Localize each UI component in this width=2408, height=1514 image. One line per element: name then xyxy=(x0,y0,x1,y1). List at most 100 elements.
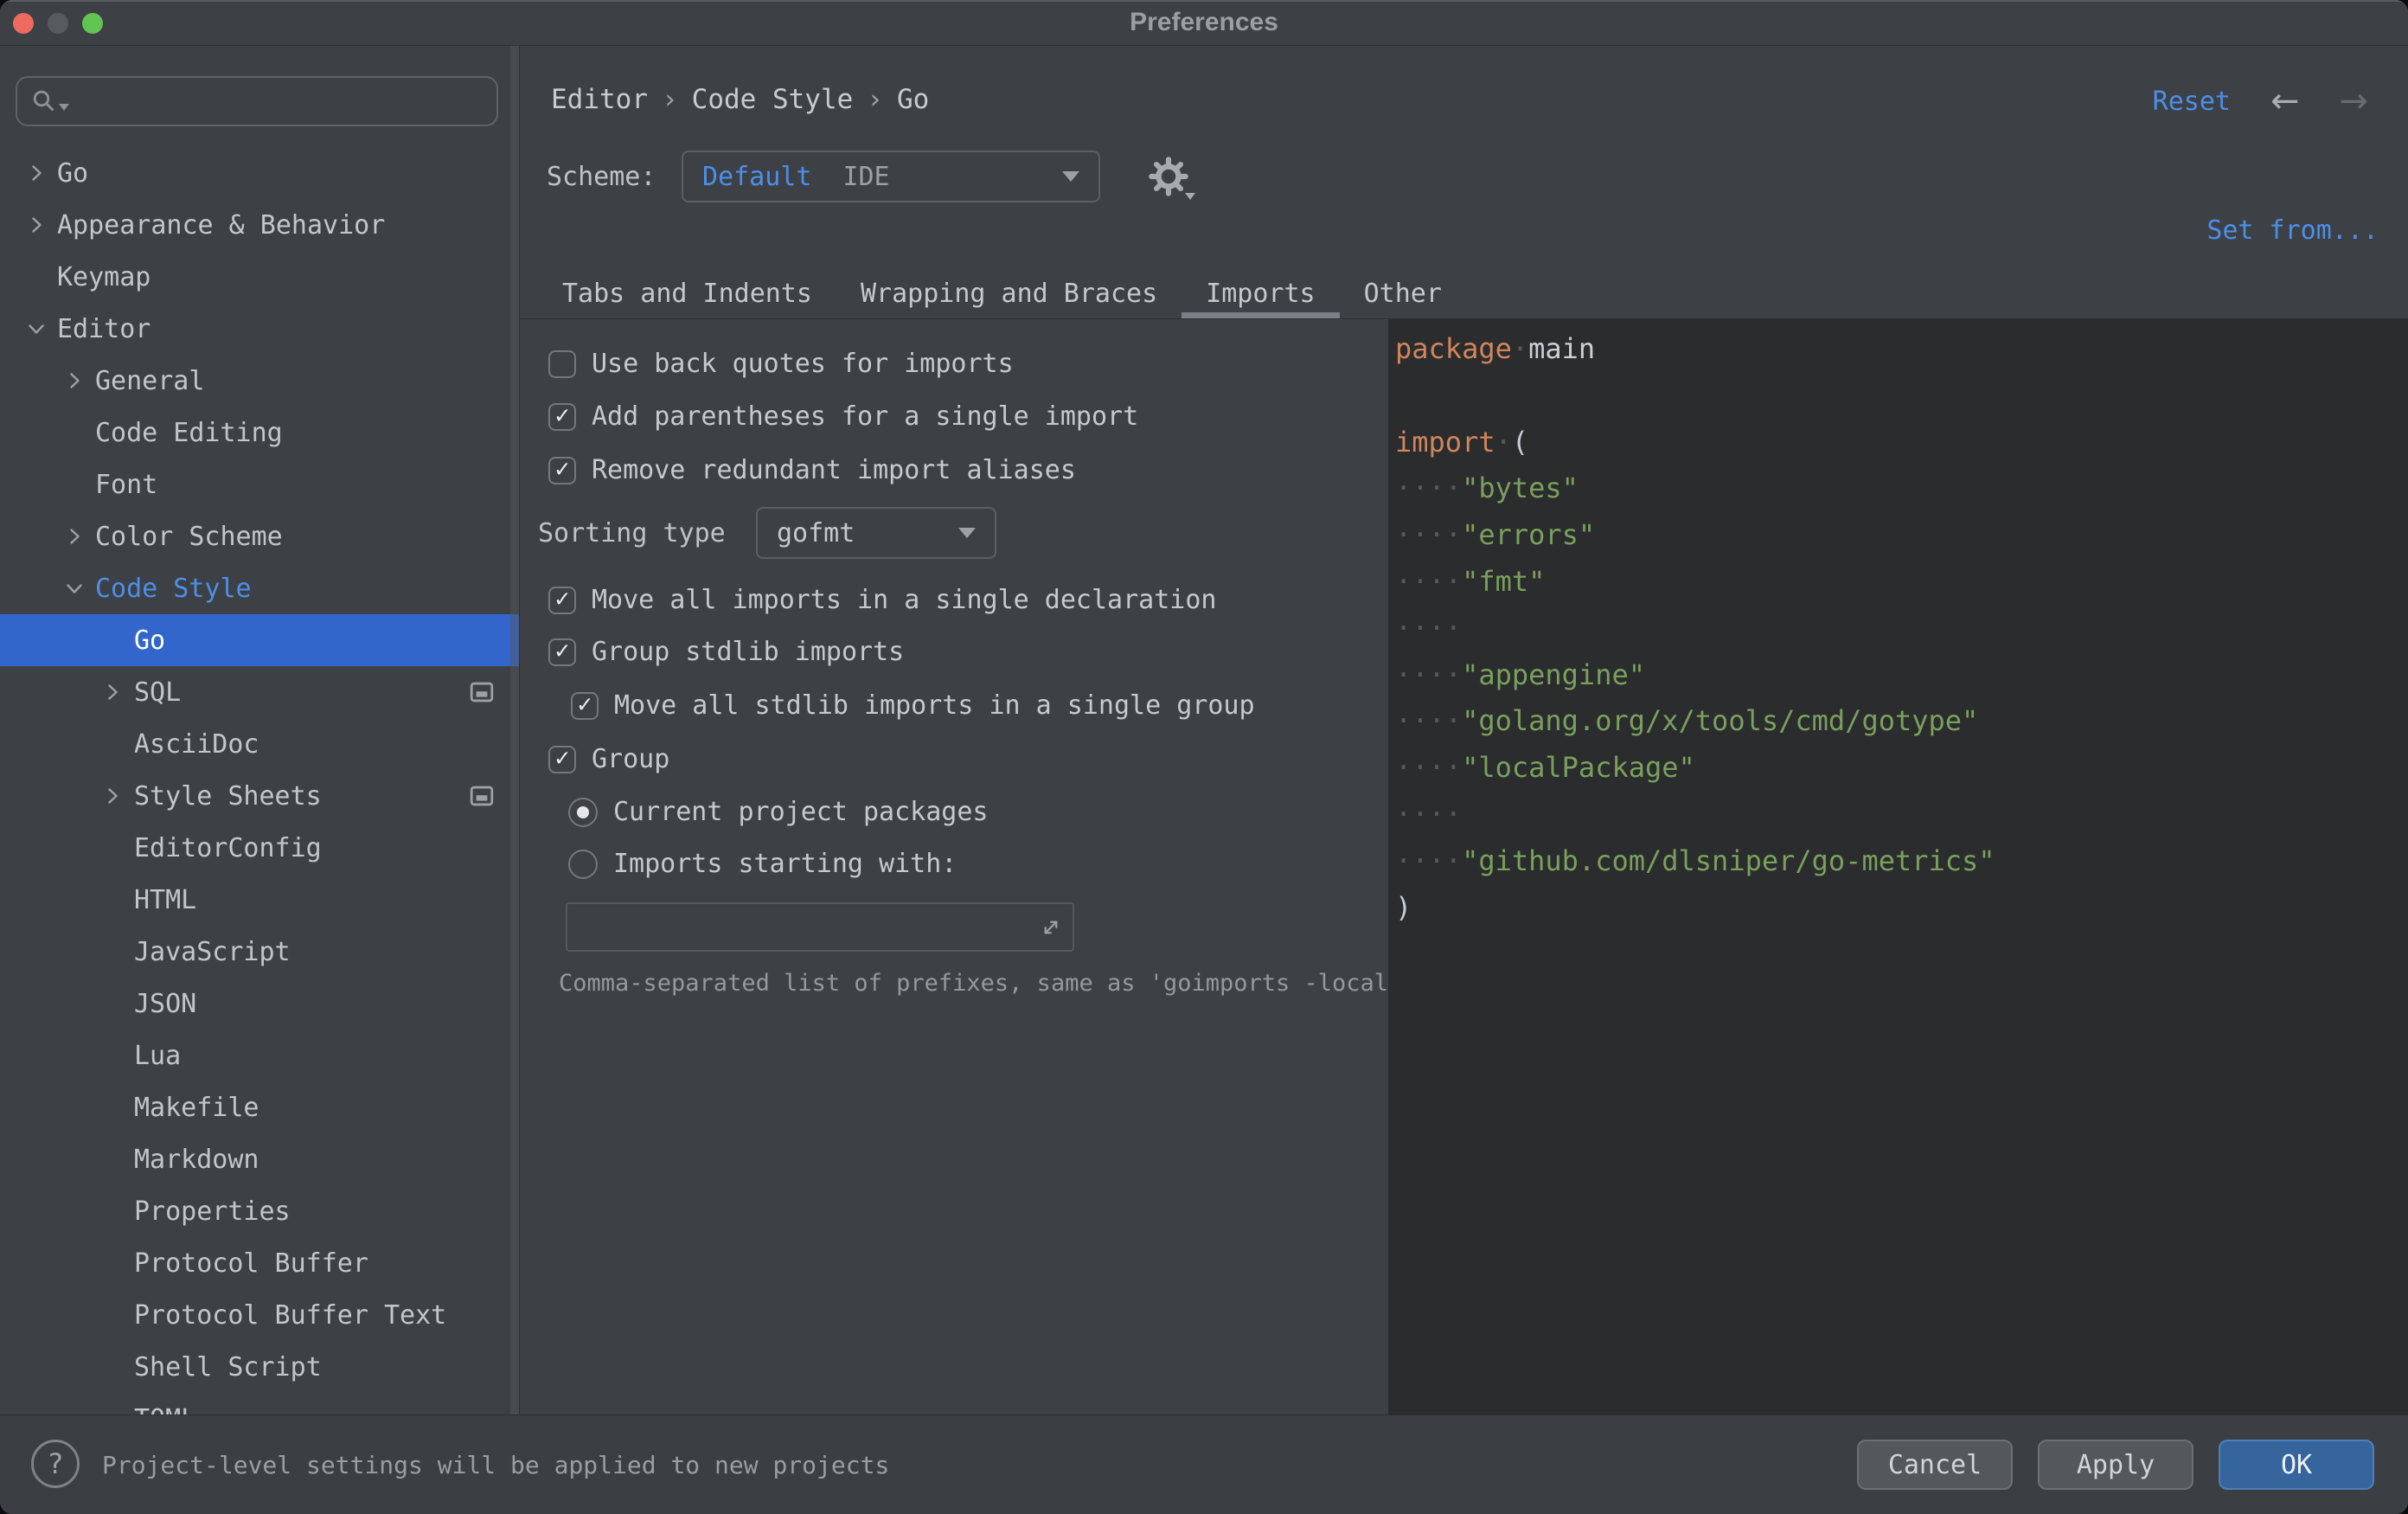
expand-field-icon[interactable] xyxy=(1038,914,1064,940)
help-button[interactable]: ? xyxy=(31,1440,80,1488)
chevron-right-icon[interactable] xyxy=(102,682,123,702)
sidebar-item-sql[interactable]: SQL xyxy=(0,666,519,718)
radio-current-project-packages[interactable]: Current project packages xyxy=(568,797,988,827)
sidebar-item-label: Font xyxy=(95,470,157,500)
breadcrumb-item-go[interactable]: Go xyxy=(897,84,929,115)
sidebar-item-keymap[interactable]: Keymap xyxy=(0,251,519,303)
sidebar-item-protocol-buffer-text[interactable]: Protocol Buffer Text xyxy=(0,1289,519,1341)
chevron-right-icon[interactable] xyxy=(26,215,47,235)
code-line: ····"errors" xyxy=(1395,512,2408,559)
sidebar-item-lua[interactable]: Lua xyxy=(0,1030,519,1081)
sidebar-item-appearance-behavior[interactable]: Appearance & Behavior xyxy=(0,199,519,251)
code-line: ····"appengine" xyxy=(1395,652,2408,699)
checkbox-box[interactable]: ✓ xyxy=(571,692,599,720)
sidebar-item-json[interactable]: JSON xyxy=(0,978,519,1030)
scheme-dropdown[interactable]: Default IDE xyxy=(682,151,1100,202)
sorting-type-dropdown[interactable]: gofmt xyxy=(756,507,996,559)
tab-other[interactable]: Other xyxy=(1340,268,1466,318)
code-token: ) xyxy=(1395,891,1412,924)
sidebar-item-javascript[interactable]: JavaScript xyxy=(0,926,519,978)
forward-arrow-icon[interactable]: → xyxy=(2339,84,2368,119)
sidebar-scrollbar[interactable] xyxy=(510,46,519,1415)
ok-button[interactable]: OK xyxy=(2219,1440,2374,1490)
tab-wrapping-and-braces[interactable]: Wrapping and Braces xyxy=(836,268,1182,318)
check-icon: ✓ xyxy=(555,746,570,770)
per-project-settings-icon xyxy=(469,783,495,809)
search-options-caret-icon[interactable] xyxy=(59,104,69,111)
tab-tabs-and-indents[interactable]: Tabs and Indents xyxy=(538,268,836,318)
chevron-down-icon xyxy=(958,528,976,538)
sidebar-item-label: HTML xyxy=(134,885,196,915)
radio-circle[interactable] xyxy=(568,798,598,827)
radio-imports-starting-with[interactable]: Imports starting with: xyxy=(568,849,957,879)
breadcrumb-item-code-style[interactable]: Code Style xyxy=(692,84,854,115)
sidebar-item-go[interactable]: Go xyxy=(0,147,519,199)
preferences-window: Preferences GoAppearance & BehaviorKeyma… xyxy=(0,0,2408,1514)
cancel-button[interactable]: Cancel xyxy=(1857,1440,2013,1490)
chevron-down-icon[interactable] xyxy=(26,318,47,339)
checkbox-box[interactable]: ✓ xyxy=(548,746,576,773)
main-panel: Editor›Code Style›Go Reset ← → Scheme: D… xyxy=(520,46,2408,1415)
breadcrumb-separator: › xyxy=(662,84,678,115)
checkbox-use-back-quotes-for-imports[interactable]: Use back quotes for imports xyxy=(548,349,1014,379)
code-token: ···· xyxy=(1395,658,1462,691)
sidebar-item-font[interactable]: Font xyxy=(0,459,519,510)
sidebar-item-label: General xyxy=(95,366,204,396)
sidebar-item-makefile[interactable]: Makefile xyxy=(0,1081,519,1133)
sidebar-item-code-editing[interactable]: Code Editing xyxy=(0,407,519,459)
apply-button[interactable]: Apply xyxy=(2038,1440,2193,1490)
checkbox-box[interactable] xyxy=(548,350,576,378)
sidebar-item-shell-script[interactable]: Shell Script xyxy=(0,1341,519,1393)
checkbox-group-stdlib-imports[interactable]: ✓Group stdlib imports xyxy=(548,637,904,667)
sidebar-item-label: TOML xyxy=(134,1404,196,1416)
code-token: "bytes" xyxy=(1462,472,1579,504)
settings-search-box[interactable] xyxy=(16,76,498,126)
checkbox-add-parentheses-for-a-single-import[interactable]: ✓ Add parentheses for a single import xyxy=(548,401,1138,432)
search-input[interactable] xyxy=(78,87,496,117)
set-from-link[interactable]: Set from... xyxy=(2206,215,2379,246)
breadcrumb-item-editor[interactable]: Editor xyxy=(551,84,648,115)
checkbox-label: Remove redundant import aliases xyxy=(592,455,1076,485)
chevron-right-icon[interactable] xyxy=(64,526,85,547)
chevron-right-icon[interactable] xyxy=(26,163,47,183)
sorting-type-value: gofmt xyxy=(777,518,855,549)
back-arrow-icon[interactable]: ← xyxy=(2270,84,2300,119)
chevron-right-icon[interactable] xyxy=(64,370,85,391)
sidebar-item-go[interactable]: Go xyxy=(0,614,519,666)
checkbox-box[interactable]: ✓ xyxy=(548,457,576,484)
radio-circle[interactable] xyxy=(568,850,598,879)
sidebar-item-toml[interactable]: TOML xyxy=(0,1393,519,1415)
gear-icon[interactable] xyxy=(1149,157,1194,198)
checkbox-box[interactable]: ✓ xyxy=(548,638,576,666)
sidebar-item-html[interactable]: HTML xyxy=(0,874,519,926)
tab-imports[interactable]: Imports xyxy=(1182,268,1339,318)
sidebar-item-label: Code Editing xyxy=(95,418,283,448)
chevron-right-icon[interactable] xyxy=(102,786,123,806)
code-token: · xyxy=(1512,332,1528,365)
sidebar-item-protocol-buffer[interactable]: Protocol Buffer xyxy=(0,1237,519,1289)
sidebar-item-editorconfig[interactable]: EditorConfig xyxy=(0,822,519,874)
prefix-input[interactable] xyxy=(567,904,1038,950)
tab-label: Tabs and Indents xyxy=(562,279,812,309)
checkbox-box[interactable]: ✓ xyxy=(548,403,576,431)
checkbox-label: Add parentheses for a single import xyxy=(592,401,1138,432)
sidebar-item-asciidoc[interactable]: AsciiDoc xyxy=(0,718,519,770)
sidebar-item-style-sheets[interactable]: Style Sheets xyxy=(0,770,519,822)
checkbox-move-all-imports-in-a-single-declaration[interactable]: ✓Move all imports in a single declaratio… xyxy=(548,585,1216,615)
checkbox-group[interactable]: ✓Group xyxy=(548,744,669,774)
checkbox-move-all-stdlib-imports-in-a-single-group[interactable]: ✓Move all stdlib imports in a single gro… xyxy=(571,690,1255,721)
sidebar-item-label: Appearance & Behavior xyxy=(57,210,385,241)
sidebar-item-color-scheme[interactable]: Color Scheme xyxy=(0,510,519,562)
sidebar-item-editor[interactable]: Editor xyxy=(0,303,519,355)
sidebar-item-general[interactable]: General xyxy=(0,355,519,407)
checkbox-remove-redundant-import-aliases[interactable]: ✓ Remove redundant import aliases xyxy=(548,455,1076,485)
chevron-down-icon[interactable] xyxy=(64,578,85,599)
code-token: · xyxy=(1495,426,1512,459)
code-token: ···· xyxy=(1395,612,1462,645)
dialog-buttons: Cancel Apply OK xyxy=(1857,1440,2374,1490)
reset-link[interactable]: Reset xyxy=(2153,87,2231,117)
sidebar-item-markdown[interactable]: Markdown xyxy=(0,1133,519,1185)
checkbox-box[interactable]: ✓ xyxy=(548,587,576,614)
sidebar-item-properties[interactable]: Properties xyxy=(0,1185,519,1237)
sidebar-item-code-style[interactable]: Code Style xyxy=(0,562,519,614)
